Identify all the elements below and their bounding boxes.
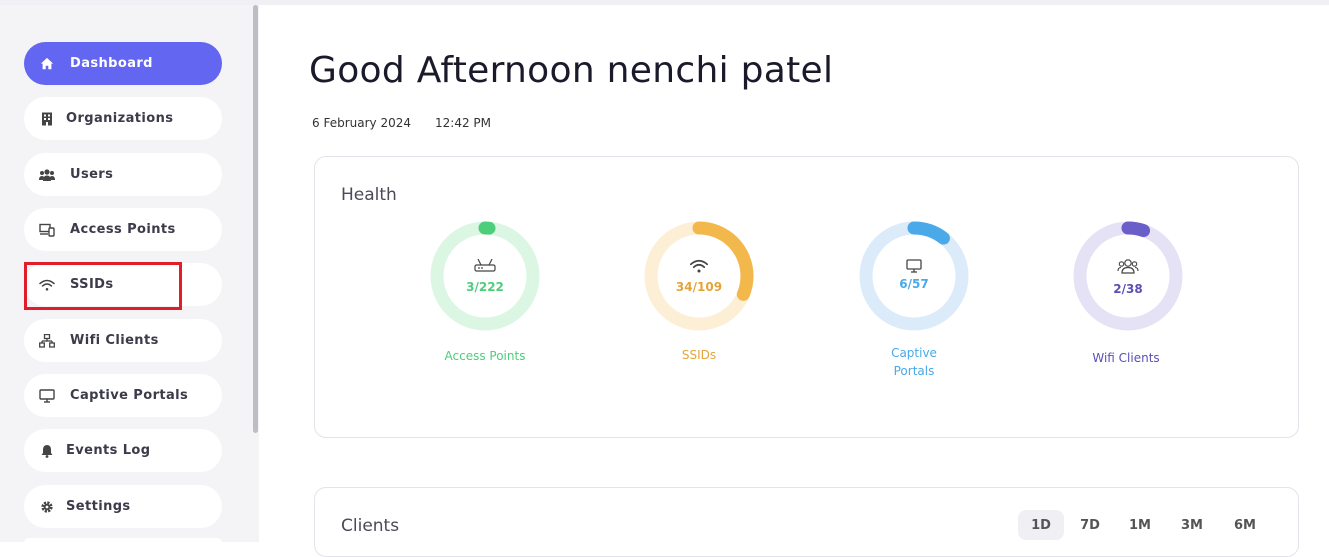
clients-title: Clients [341,516,400,536]
sidebar-item-label: Wifi Clients [70,333,159,348]
sidebar-item-captive-portals[interactable]: Captive Portals [24,374,222,417]
sidebar-item-settings[interactable]: Settings [24,485,222,528]
sidebar-item-label: Settings [66,499,131,514]
sidebar-item-label: Users [70,167,114,182]
gauge-value: 34/109 [675,280,723,294]
users-outline-icon [1072,258,1184,278]
tab-1m[interactable]: 1M [1117,510,1163,540]
monitor-icon [858,258,970,277]
gauge-value: 6/57 [899,277,929,291]
network-icon [38,332,56,350]
sidebar-item-label: Access Points [70,222,176,237]
gauge-value: 3/222 [466,280,504,294]
tab-7d[interactable]: 7D [1067,510,1113,540]
gauge-wifi-clients[interactable]: 2/38 [1072,220,1184,332]
current-time: 12:42 PM [435,116,491,130]
gauge-ssids[interactable]: 34/109 [643,220,755,332]
sidebar-item-label: Dashboard [70,56,153,71]
gauge-captive-portals[interactable]: 6/57 [858,220,970,332]
monitor-icon [38,387,56,405]
gauge-label-line: Captive [891,346,937,360]
router-icon [429,258,541,277]
gauge-label-access-points: Access Points [444,349,526,363]
gauge-label-wifi-clients: Wifi Clients [1092,351,1160,365]
tab-1d[interactable]: 1D [1018,510,1064,540]
users-icon [38,166,56,184]
sidebar-item-organizations[interactable]: Organizations [24,97,222,140]
sidebar-item-wifi-clients[interactable]: Wifi Clients [24,319,222,362]
gauge-value: 2/38 [1113,282,1143,296]
sidebar-item-label: Events Log [66,443,151,458]
sidebar-scrollbar[interactable] [253,5,258,433]
gear-icon [38,498,56,516]
wifi-icon [643,258,755,277]
gauge-label-line: Portals [893,364,935,378]
current-date: 6 February 2024 [312,116,411,130]
health-title: Health [341,185,397,205]
building-icon [38,110,56,128]
page-title: Good Afternoon nenchi patel [309,50,834,91]
sidebar-item-access-points[interactable]: Access Points [24,208,222,251]
sidebar-item-label: Organizations [66,111,174,126]
sidebar-item-partial[interactable] [24,538,222,548]
gauge-label-ssids: SSIDs [681,348,717,362]
highlight-annotation [24,262,182,310]
tab-3m[interactable]: 3M [1169,510,1215,540]
gauge-access-points[interactable]: 3/222 [429,220,541,332]
sidebar-item-users[interactable]: Users [24,153,222,196]
tab-6m[interactable]: 6M [1222,510,1268,540]
sidebar-item-label: Captive Portals [70,388,189,403]
devices-icon [38,221,56,239]
gauge-label-captive-portals: Captive Portals [854,344,974,380]
sidebar-item-dashboard[interactable]: Dashboard [24,42,222,85]
home-icon [38,55,56,73]
sidebar-item-events-log[interactable]: Events Log [24,429,222,472]
bell-icon [38,442,56,460]
